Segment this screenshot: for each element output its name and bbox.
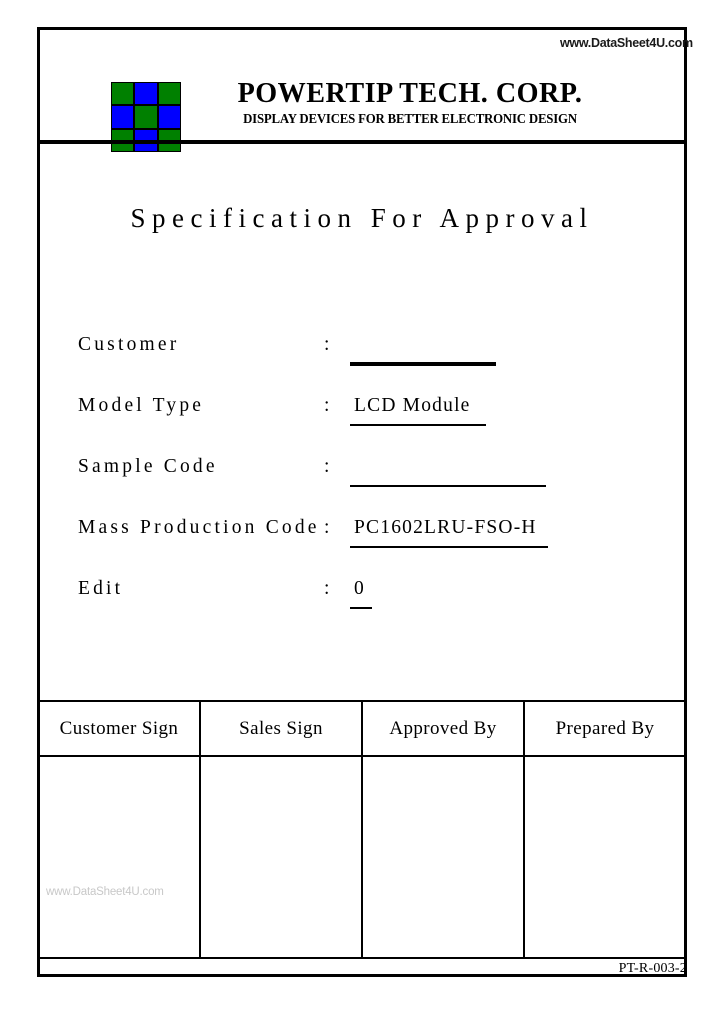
field-separator-mass-production-code: : xyxy=(324,517,330,538)
watermark-top: www.DataSheet4U.com xyxy=(560,36,693,50)
field-underline-sample-code xyxy=(350,485,546,487)
logo-cell-1 xyxy=(112,83,134,105)
field-row-edit: Edit : 0 xyxy=(78,578,658,639)
field-underline-mass-production-code xyxy=(350,546,548,548)
field-value-model-type[interactable]: LCD Module xyxy=(350,395,475,417)
signature-cell-sales-sign[interactable] xyxy=(199,755,363,959)
signature-cell-prepared-by[interactable] xyxy=(523,755,687,959)
specification-cover-page: POWERTIP TECH. CORP. DISPLAY DEVICES FOR… xyxy=(0,0,720,1012)
column-header-prepared-by: Prepared By xyxy=(523,700,687,757)
column-header-customer-sign: Customer Sign xyxy=(37,700,201,757)
field-separator-model-type: : xyxy=(324,395,330,416)
signature-cell-customer-sign[interactable] xyxy=(37,755,201,959)
logo-cell-4 xyxy=(112,106,134,128)
column-header-sales-sign: Sales Sign xyxy=(199,700,363,757)
table-header-row: Customer Sign Sales Sign Approved By Pre… xyxy=(37,700,687,757)
field-row-sample-code: Sample Code : xyxy=(78,456,658,517)
field-row-mass-production-code: Mass Production Code : PC1602LRU-FSO-H xyxy=(78,517,658,578)
column-header-approved-by: Approved By xyxy=(361,700,525,757)
logo-cell-5 xyxy=(135,106,157,128)
field-separator-customer: : xyxy=(324,334,330,355)
field-label-mass-production-code: Mass Production Code xyxy=(78,517,320,538)
field-separator-sample-code: : xyxy=(324,456,330,477)
signature-table: Customer Sign Sales Sign Approved By Pre… xyxy=(37,700,687,959)
footer-form-code: PT-R-003-2 xyxy=(618,961,687,976)
field-label-edit: Edit xyxy=(78,578,124,599)
field-label-model-type: Model Type xyxy=(78,395,205,416)
company-tagline: DISPLAY DEVICES FOR BETTER ELECTRONIC DE… xyxy=(243,111,577,127)
field-value-mass-production-code[interactable]: PC1602LRU-FSO-H xyxy=(350,517,541,539)
signature-cell-approved-by[interactable] xyxy=(361,755,525,959)
logo-cell-3 xyxy=(158,83,180,105)
logo-cell-2 xyxy=(135,83,157,105)
specification-fields: Customer : Model Type : LCD Module Sampl… xyxy=(78,334,658,639)
field-label-customer: Customer xyxy=(78,334,180,355)
field-value-edit[interactable]: 0 xyxy=(350,578,369,600)
header-divider xyxy=(40,140,684,144)
field-underline-customer xyxy=(350,362,496,366)
page-title: Specification For Approval xyxy=(130,203,594,233)
company-identity: POWERTIP TECH. CORP. DISPLAY DEVICES FOR… xyxy=(200,78,620,127)
field-separator-edit: : xyxy=(324,578,330,599)
logo-cell-6 xyxy=(158,106,180,128)
field-label-sample-code: Sample Code xyxy=(78,456,218,477)
field-row-customer: Customer : xyxy=(78,334,658,395)
company-name: POWERTIP TECH. CORP. xyxy=(237,77,583,109)
table-row xyxy=(37,755,687,959)
field-row-model-type: Model Type : LCD Module xyxy=(78,395,658,456)
field-underline-model-type xyxy=(350,424,486,426)
field-underline-edit xyxy=(350,607,372,609)
